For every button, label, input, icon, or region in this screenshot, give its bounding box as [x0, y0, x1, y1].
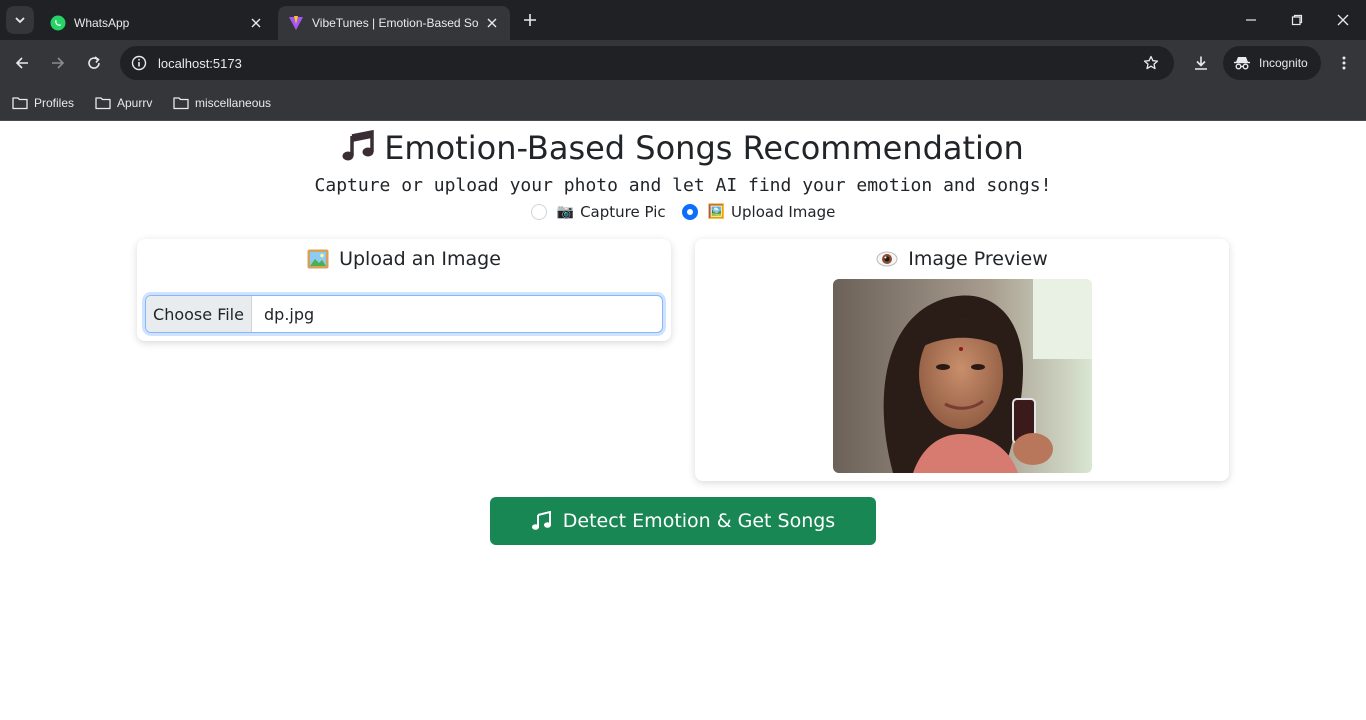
forward-button[interactable]: [46, 51, 70, 75]
arrow-right-icon: [52, 57, 65, 69]
incognito-icon: [1234, 57, 1250, 70]
more-vertical-icon: [1342, 56, 1346, 70]
bookmark-folder-miscellaneous[interactable]: miscellaneous: [173, 93, 271, 113]
address-bar[interactable]: localhost:5173: [120, 46, 1174, 80]
bookmarks-bar: Profiles Apurrv miscellaneous: [0, 86, 1366, 121]
arrow-left-icon: [15, 57, 28, 69]
close-icon: [1337, 14, 1349, 26]
whatsapp-icon: [50, 15, 66, 31]
reload-button[interactable]: [82, 51, 106, 75]
page-title-text: Emotion-Based Songs Recommendation: [384, 129, 1024, 167]
folder-icon: [12, 97, 28, 110]
url-text[interactable]: localhost:5173: [158, 56, 1134, 71]
close-icon[interactable]: [248, 15, 264, 31]
detect-emotion-button[interactable]: Detect Emotion & Get Songs: [490, 497, 876, 545]
folder-icon: [95, 97, 111, 110]
capture-radio[interactable]: [530, 204, 547, 220]
page-title: Emotion-Based Songs Recommendation: [0, 129, 1366, 170]
bookmark-folder-apurrv[interactable]: Apurrv: [95, 93, 152, 113]
file-input[interactable]: Choose File dp.jpg: [145, 295, 663, 333]
bookmark-label: Profiles: [34, 96, 75, 110]
site-info-icon[interactable]: [122, 46, 156, 80]
framed-picture-icon: [307, 249, 329, 269]
restore-button[interactable]: [1274, 0, 1320, 40]
close-icon[interactable]: [484, 15, 500, 31]
framed-picture-icon: 🖼️: [707, 204, 726, 220]
mode-capture-pic[interactable]: 📷 Capture Pic: [530, 203, 666, 221]
back-button[interactable]: [10, 51, 34, 75]
upload-card-heading: Upload an Image: [137, 248, 671, 270]
bookmark-label: miscellaneous: [195, 96, 272, 110]
camera-icon: 📷: [556, 204, 575, 220]
bookmark-star-icon[interactable]: [1134, 46, 1168, 80]
choose-file-button[interactable]: Choose File: [146, 296, 252, 332]
music-notes-icon: [531, 511, 553, 531]
preview-card: Image Preview: [695, 239, 1229, 481]
upload-card-title: Upload an Image: [339, 248, 501, 270]
folder-icon: [173, 97, 189, 110]
page-content: Emotion-Based Songs Recommendation Captu…: [0, 121, 1366, 720]
restore-icon: [1291, 14, 1303, 26]
mode-label: Capture Pic: [580, 203, 666, 221]
bookmark-label: Apurrv: [117, 96, 153, 110]
detect-button-label: Detect Emotion & Get Songs: [562, 510, 836, 532]
tab-title: VibeTunes | Emotion-Based Song: [312, 16, 478, 30]
page-subtitle: Capture or upload your photo and let AI …: [314, 175, 1052, 196]
image-preview: [833, 279, 1092, 473]
mode-upload-image[interactable]: 🖼️ Upload Image: [681, 203, 836, 221]
minimize-button[interactable]: [1228, 0, 1274, 40]
downloads-button[interactable]: [1189, 51, 1213, 75]
eye-icon: [876, 250, 898, 268]
minimize-icon: [1246, 19, 1256, 21]
download-icon: [1195, 56, 1207, 70]
mode-label: Upload Image: [731, 203, 836, 221]
bookmark-folder-profiles[interactable]: Profiles: [12, 93, 74, 113]
tab-vibetunes[interactable]: VibeTunes | Emotion-Based Song: [278, 6, 510, 40]
vite-icon: [288, 15, 304, 31]
preview-card-heading: Image Preview: [695, 248, 1229, 270]
mode-selector: 📷 Capture Pic 🖼️ Upload Image: [0, 203, 1366, 221]
incognito-badge[interactable]: Incognito: [1223, 46, 1321, 80]
browser-menu-button[interactable]: [1332, 51, 1356, 75]
browser-toolbar: localhost:5173 Incognito: [0, 40, 1366, 86]
upload-card: Upload an Image Choose File dp.jpg: [137, 239, 671, 341]
reload-icon: [88, 56, 100, 69]
browser-tab-bar: WhatsApp VibeTunes | Emotion-Based Song: [0, 0, 1366, 40]
chevron-down-icon: [15, 17, 25, 24]
music-note-icon: [342, 129, 376, 170]
preview-card-title: Image Preview: [908, 248, 1048, 270]
tab-title: WhatsApp: [74, 16, 130, 30]
tab-search-button[interactable]: [6, 6, 34, 34]
tab-whatsapp[interactable]: WhatsApp: [40, 6, 274, 40]
upload-radio[interactable]: [681, 204, 698, 220]
incognito-label: Incognito: [1259, 56, 1308, 70]
window-close-button[interactable]: [1320, 0, 1366, 40]
new-tab-button[interactable]: [518, 8, 542, 32]
plus-icon: [524, 14, 536, 26]
selected-file-name: dp.jpg: [264, 304, 315, 324]
